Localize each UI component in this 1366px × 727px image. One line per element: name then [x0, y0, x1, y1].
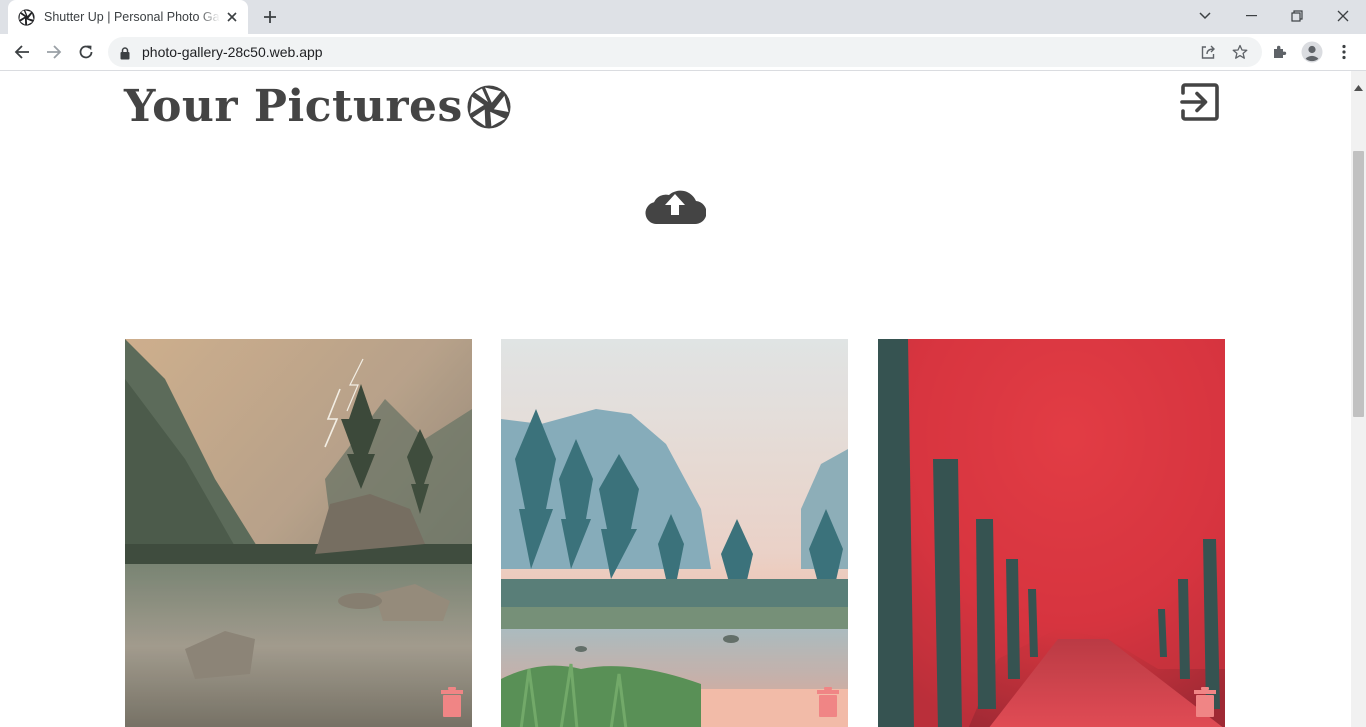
trash-icon[interactable]: [441, 687, 463, 717]
extensions-icon[interactable]: [1267, 39, 1293, 65]
browser-tab[interactable]: Shutter Up | Personal Photo Gallery: [8, 0, 248, 34]
close-tab-icon[interactable]: [224, 9, 240, 25]
bookmark-star-icon[interactable]: [1230, 42, 1250, 62]
minimize-window-button[interactable]: [1228, 0, 1274, 32]
scroll-up-arrow-icon[interactable]: [1354, 76, 1363, 95]
photo-mountain-valley: [501, 339, 848, 727]
new-tab-button[interactable]: [259, 6, 281, 28]
reload-button[interactable]: [73, 39, 99, 65]
page-viewport: Your Pictures: [0, 71, 1366, 727]
restore-window-button[interactable]: [1274, 0, 1320, 32]
upload-cloud-icon[interactable]: [644, 183, 706, 225]
scrollbar-thumb[interactable]: [1353, 151, 1364, 417]
url-text: photo-gallery-28c50.web.app: [142, 44, 323, 60]
page-scrollbar[interactable]: [1351, 71, 1366, 727]
gallery-photo[interactable]: [878, 339, 1225, 727]
trash-icon[interactable]: [1194, 687, 1216, 717]
close-window-button[interactable]: [1320, 0, 1366, 32]
gallery-photo[interactable]: [125, 339, 472, 727]
page-title-text: Your Pictures: [124, 81, 463, 132]
browser-tab-bar: Shutter Up | Personal Photo Gallery: [0, 0, 1366, 34]
page-title: Your Pictures: [124, 81, 512, 132]
address-bar[interactable]: photo-gallery-28c50.web.app: [108, 37, 1262, 67]
back-button[interactable]: [9, 39, 35, 65]
lock-icon: [120, 45, 130, 64]
photo-red-autumn-trees: [878, 339, 1225, 727]
logout-icon[interactable]: [1180, 83, 1220, 121]
browser-menu-icon[interactable]: [1331, 39, 1357, 65]
gallery-photo[interactable]: [501, 339, 848, 727]
browser-toolbar: photo-gallery-28c50.web.app: [0, 34, 1366, 71]
trash-icon[interactable]: [817, 687, 839, 717]
share-icon[interactable]: [1198, 42, 1218, 62]
aperture-icon: [466, 84, 512, 130]
tab-search-button[interactable]: [1182, 0, 1228, 32]
photo-lake-storm: [125, 339, 472, 727]
aperture-icon: [18, 8, 35, 26]
tab-title: Shutter Up | Personal Photo Gallery: [44, 10, 220, 24]
forward-button[interactable]: [41, 39, 67, 65]
profile-avatar-icon[interactable]: [1299, 39, 1325, 65]
